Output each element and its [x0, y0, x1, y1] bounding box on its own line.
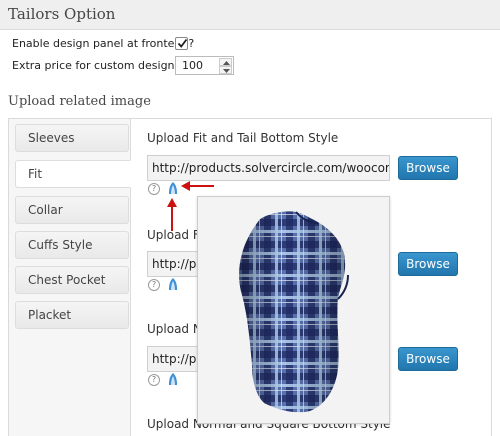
image-icon[interactable] — [167, 372, 179, 386]
url-value: http://p — [152, 352, 197, 366]
tab-label: Placket — [28, 308, 72, 322]
panel-title: Tailors Option — [8, 5, 116, 23]
image-icon[interactable] — [167, 181, 179, 195]
spin-up-button[interactable] — [219, 58, 232, 66]
arrow-up-icon — [167, 198, 177, 231]
tab-fit[interactable]: Fit — [15, 160, 131, 188]
spin-down-icon — [223, 69, 230, 73]
section-title: Upload related image — [8, 94, 151, 109]
question-icon[interactable]: ? — [148, 183, 160, 195]
question-icon[interactable]: ? — [148, 374, 160, 386]
image-icon[interactable] — [167, 277, 179, 291]
extra-price-value: 100 — [182, 59, 203, 72]
url-value: http://products.solvercircle.com/woocom — [152, 161, 390, 175]
image-preview-popup — [197, 196, 390, 424]
browse-button[interactable]: Browse — [398, 252, 458, 276]
arrow-left-icon — [181, 181, 214, 191]
tab-label: Collar — [28, 203, 63, 217]
checkmark-icon — [177, 38, 188, 48]
spin-up-icon — [223, 61, 230, 65]
enable-design-label: Enable design panel at frontend? — [12, 37, 195, 50]
extra-price-label: Extra price for custom design — [12, 59, 175, 72]
tab-label: Chest Pocket — [28, 273, 106, 287]
field-label: Upload F — [147, 228, 200, 242]
panel-header: Tailors Option — [0, 0, 500, 30]
tab-chest-pocket[interactable]: Chest Pocket — [15, 266, 129, 294]
field-label: Upload Fit and Tail Bottom Style — [147, 131, 339, 145]
shirt-image — [239, 211, 349, 413]
tab-label: Sleeves — [28, 131, 75, 145]
spin-down-button[interactable] — [219, 66, 232, 74]
url-input[interactable]: http://products.solvercircle.com/woocom — [147, 155, 390, 181]
browse-button[interactable]: Browse — [398, 347, 458, 371]
tab-collar[interactable]: Collar — [15, 196, 129, 224]
extra-price-input[interactable]: 100 — [175, 56, 234, 75]
tab-label: Fit — [28, 167, 43, 181]
tab-cuffs-style[interactable]: Cuffs Style — [15, 231, 129, 259]
enable-design-checkbox[interactable] — [175, 37, 188, 50]
tab-label: Cuffs Style — [28, 238, 93, 252]
url-value: http://p — [152, 257, 197, 271]
browse-button[interactable]: Browse — [398, 156, 458, 180]
field-label: Upload N — [147, 322, 202, 336]
question-icon[interactable]: ? — [148, 279, 160, 291]
tab-sleeves[interactable]: Sleeves — [15, 124, 129, 152]
tab-placket[interactable]: Placket — [15, 301, 129, 329]
